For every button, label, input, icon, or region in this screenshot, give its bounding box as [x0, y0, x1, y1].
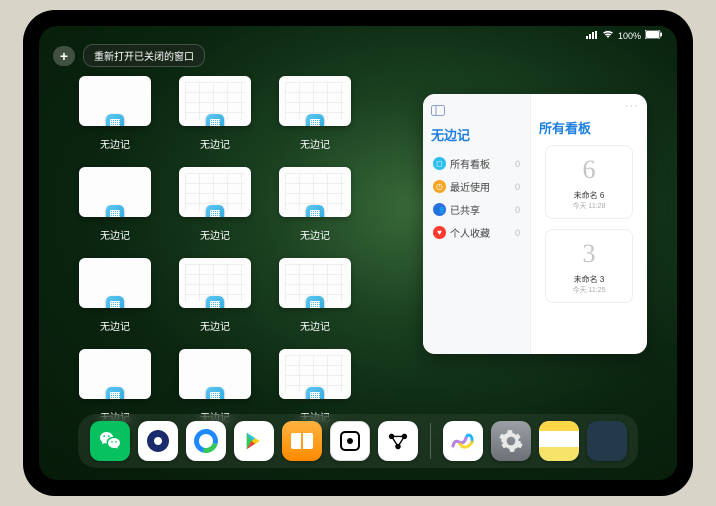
window-label: 无边记	[300, 136, 330, 151]
more-icon[interactable]: ···	[625, 100, 639, 112]
dock	[78, 414, 638, 468]
ipad-frame: 100% + 重新打开已关闭的窗口 无边记 无边记 无边记 无边记 无边记 无边…	[23, 10, 693, 496]
battery-pct: 100%	[618, 31, 641, 41]
board-card[interactable]: 6 未命名 6 今天 11:28	[545, 145, 633, 219]
books-icon[interactable]	[282, 421, 322, 461]
freeform-app-icon	[206, 387, 224, 399]
battery-icon	[645, 30, 663, 41]
sidebar-item-label: 最近使用	[450, 179, 515, 194]
sidebar-item-all-boards[interactable]: ◻ 所有看板 0	[431, 152, 522, 175]
window-thumbnail[interactable]: 无边记	[77, 349, 153, 424]
board-name: 未命名 6	[574, 190, 605, 201]
sidebar-item-label: 已共享	[450, 202, 515, 217]
window-label: 无边记	[200, 318, 230, 333]
window-label: 无边记	[300, 318, 330, 333]
freeform-app-icon	[206, 296, 224, 308]
app-library-icon[interactable]	[587, 421, 627, 461]
node-app-icon[interactable]	[378, 421, 418, 461]
freeform-app-icon	[106, 205, 124, 217]
sidebar-item-label: 所有看板	[450, 156, 515, 171]
freeform-app-icon	[106, 114, 124, 126]
sidebar-left: 无边记 ◻ 所有看板 0 ◷ 最近使用 0 👥 已共享 0 ♥	[423, 94, 531, 354]
play-store-icon[interactable]	[234, 421, 274, 461]
top-controls: + 重新打开已关闭的窗口	[53, 44, 205, 67]
signal-icon	[586, 31, 598, 41]
sidebar-title: 无边记	[431, 125, 522, 144]
window-label: 无边记	[300, 227, 330, 242]
settings-icon[interactable]	[491, 421, 531, 461]
sidebar-right: ··· 所有看板 6 未命名 6 今天 11:28 3 未命名 3 今天 11:…	[531, 94, 647, 354]
sidebar-item-count: 0	[515, 159, 520, 169]
all-boards-icon: ◻	[433, 157, 446, 170]
wechat-icon[interactable]	[90, 421, 130, 461]
freeform-app-icon	[306, 114, 324, 126]
freeform-app-icon	[106, 387, 124, 399]
window-thumbnail[interactable]: 无边记	[77, 167, 153, 242]
window-thumbnail[interactable]: 无边记	[277, 349, 353, 424]
screen: 100% + 重新打开已关闭的窗口 无边记 无边记 无边记 无边记 无边记 无边…	[39, 26, 677, 480]
sidebar-item-favorites[interactable]: ♥ 个人收藏 0	[431, 221, 522, 244]
freeform-icon[interactable]	[443, 421, 483, 461]
window-thumbnail[interactable]: 无边记	[177, 167, 253, 242]
board-card[interactable]: 3 未命名 3 今天 11:25	[545, 229, 633, 303]
freeform-sidebar-window[interactable]: 无边记 ◻ 所有看板 0 ◷ 最近使用 0 👥 已共享 0 ♥	[423, 94, 647, 354]
add-window-button[interactable]: +	[53, 46, 75, 66]
content-title: 所有看板	[539, 118, 639, 137]
window-label: 无边记	[100, 318, 130, 333]
sidebar-toggle-icon[interactable]	[431, 104, 522, 119]
board-time: 今天 11:28	[573, 201, 606, 211]
freeform-app-icon	[206, 114, 224, 126]
wifi-icon	[602, 30, 614, 41]
freeform-app-icon	[206, 205, 224, 217]
reopen-closed-window-button[interactable]: 重新打开已关闭的窗口	[83, 44, 205, 67]
window-label: 无边记	[100, 227, 130, 242]
freeform-app-icon	[106, 296, 124, 308]
hd-browser-icon[interactable]	[138, 421, 178, 461]
window-thumbnail[interactable]: 无边记	[177, 349, 253, 424]
window-label: 无边记	[200, 227, 230, 242]
dock-separator	[430, 423, 431, 459]
freeform-app-icon	[306, 296, 324, 308]
sidebar-item-recent[interactable]: ◷ 最近使用 0	[431, 175, 522, 198]
window-thumbnail[interactable]: 无边记	[277, 167, 353, 242]
quark-icon[interactable]	[186, 421, 226, 461]
window-label: 无边记	[200, 136, 230, 151]
window-thumbnail[interactable]: 无边记	[277, 76, 353, 151]
window-thumbnail[interactable]: 无边记	[277, 258, 353, 333]
board-time: 今天 11:25	[573, 285, 606, 295]
sidebar-item-label: 个人收藏	[450, 225, 515, 240]
sidebar-item-shared[interactable]: 👥 已共享 0	[431, 198, 522, 221]
window-label: 无边记	[100, 136, 130, 151]
window-thumbnail[interactable]: 无边记	[77, 76, 153, 151]
window-thumbnail[interactable]: 无边记	[177, 76, 253, 151]
dice-app-icon[interactable]	[330, 421, 370, 461]
sidebar-item-count: 0	[515, 228, 520, 238]
freeform-app-icon	[306, 205, 324, 217]
board-thumbnail: 6	[567, 152, 611, 188]
sidebar-item-count: 0	[515, 205, 520, 215]
window-thumbnail[interactable]: 无边记	[177, 258, 253, 333]
window-thumbnail[interactable]: 无边记	[77, 258, 153, 333]
recent-icon: ◷	[433, 180, 446, 193]
board-thumbnail: 3	[567, 236, 611, 272]
status-bar: 100%	[586, 30, 663, 41]
freeform-app-icon	[306, 387, 324, 399]
board-name: 未命名 3	[574, 274, 605, 285]
sidebar-item-count: 0	[515, 182, 520, 192]
app-expose-grid: 无边记 无边记 无边记 无边记 无边记 无边记 无边记 无边记 无边记 无边记 …	[77, 76, 427, 424]
notes-icon[interactable]	[539, 421, 579, 461]
favorites-icon: ♥	[433, 226, 446, 239]
shared-icon: 👥	[433, 203, 446, 216]
